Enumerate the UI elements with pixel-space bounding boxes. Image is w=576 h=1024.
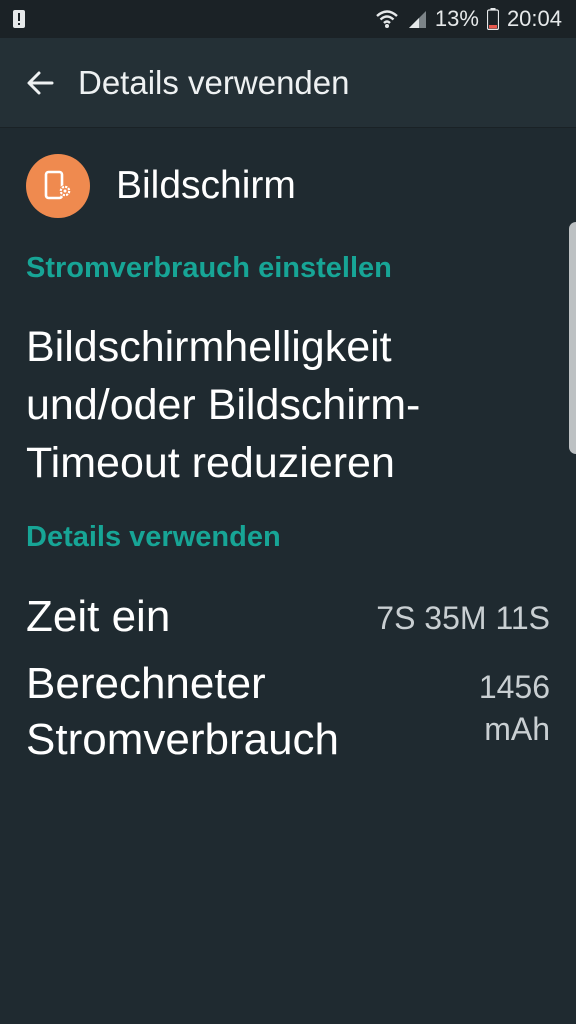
power-settings-header: Stromverbrauch einstellen [26,252,392,284]
detail-value: 1456 mAh [478,669,550,747]
usage-details-header: Details verwenden [26,521,281,553]
detail-label: Berechneter Stromverbrauch [26,659,340,764]
screen-settings-icon [26,154,90,218]
signal-icon [407,9,427,29]
detail-label: Zeit ein [26,592,171,641]
status-time: 20:04 [506,6,562,31]
alert-icon [12,9,26,29]
page-title: Details verwenden [78,63,350,101]
app-header: Bildschirm [26,154,296,218]
detail-row-time-on: Zeit ein 7S 35M 11S [26,589,550,645]
app-name: Bildschirm [116,164,296,207]
detail-row-power-usage: Berechneter Stromverbrauch 1456 mAh [26,656,550,768]
edge-panel-handle[interactable] [569,222,576,454]
detail-value: 7S 35M 11S [376,600,550,636]
power-saving-tip[interactable]: Bildschirmhelligkeit und/oder Bildschirm… [26,318,546,492]
battery-percent: 13% [434,6,479,31]
app-bar: Details verwenden [0,38,576,128]
battery-icon [486,8,499,30]
status-bar: 13% 20:04 [0,0,576,38]
arrow-left-icon[interactable] [24,67,56,99]
wifi-icon [375,8,399,30]
